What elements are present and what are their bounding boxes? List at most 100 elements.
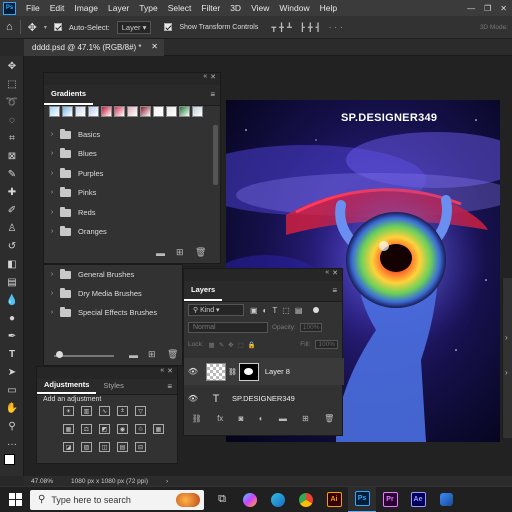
copilot-icon[interactable]	[236, 487, 264, 512]
illustrator-icon[interactable]: Ai	[320, 487, 348, 512]
brush-folder[interactable]: › Dry Media Brushes	[44, 284, 142, 303]
visibility-eye-icon[interactable]: 👁	[184, 367, 202, 376]
gradient-swatch[interactable]	[179, 106, 190, 117]
gradient-swatch[interactable]	[101, 106, 112, 117]
photoshop-logo[interactable]: Ps	[3, 1, 16, 15]
blend-mode-select[interactable]: Normal	[188, 322, 268, 333]
move-tool-icon[interactable]: ✥	[28, 21, 37, 34]
gradient-folder[interactable]: › Oranges	[44, 222, 107, 241]
chevron-right-icon[interactable]: ›	[44, 309, 60, 316]
gradient-swatch[interactable]	[192, 106, 203, 117]
tab-adjustments[interactable]: Adjustments	[37, 380, 97, 394]
chevron-right-icon[interactable]: ›	[44, 131, 60, 138]
chevron-right-icon[interactable]: ›	[505, 368, 508, 377]
adjustment-layer-icon[interactable]: ◐	[259, 414, 264, 423]
taskbar-search[interactable]: ⚲ Type here to search	[30, 489, 204, 510]
chevron-right-icon[interactable]: ›	[44, 189, 60, 196]
pen-tool-icon[interactable]: ✒	[6, 330, 18, 342]
gradient-map-icon[interactable]: ▤	[117, 442, 128, 452]
new-brush-icon[interactable]: ⊞	[148, 349, 156, 360]
gradient-folder[interactable]: › Blues	[44, 144, 97, 163]
menu-file[interactable]: File	[21, 3, 45, 13]
close-panel-icon[interactable]: ✕	[167, 367, 173, 379]
new-layer-icon[interactable]: ⊞	[302, 414, 309, 423]
task-view-icon[interactable]: ⧉	[208, 487, 236, 512]
crop-tool-icon[interactable]: ⌗	[6, 132, 18, 144]
menu-type[interactable]: Type	[134, 3, 162, 13]
zoom-tool-icon[interactable]: ⚲	[6, 420, 18, 432]
new-folder-icon[interactable]: ▬	[129, 350, 138, 360]
gradient-folder[interactable]: › Pinks	[44, 183, 96, 202]
collapse-icon[interactable]: «	[325, 269, 329, 281]
align-icons[interactable]: ┳╋┻ ┣╋┫ ···	[271, 23, 345, 32]
fx-icon[interactable]: fx	[217, 414, 223, 423]
frame-tool-icon[interactable]: ⊠	[6, 150, 18, 162]
photos-app-icon[interactable]	[432, 487, 460, 512]
dodge-tool-icon[interactable]: ●	[6, 312, 18, 324]
brush-tool-icon[interactable]: ✐	[6, 204, 18, 216]
gradient-swatch[interactable]	[49, 106, 60, 117]
menu-layer[interactable]: Layer	[103, 3, 134, 13]
hand-tool-icon[interactable]: ✋	[6, 402, 18, 414]
color-balance-icon[interactable]: ⚖	[81, 424, 92, 434]
vibrance-icon[interactable]: ▽	[135, 406, 146, 416]
gradient-swatch[interactable]	[88, 106, 99, 117]
tab-layers[interactable]: Layers	[184, 285, 223, 301]
exposure-icon[interactable]: ±	[117, 406, 128, 416]
tab-gradients[interactable]: Gradients	[44, 89, 94, 105]
collapse-icon[interactable]: «	[203, 73, 207, 85]
eyedropper-tool-icon[interactable]: ✎	[6, 168, 18, 180]
gradient-folder[interactable]: › Reds	[44, 203, 96, 222]
close-window-button[interactable]: ✕	[500, 4, 507, 13]
chevron-right-icon[interactable]: ›	[505, 333, 508, 342]
document-tab[interactable]: dddd.psd @ 47.1% (RGB/8#) * ✕	[24, 39, 164, 56]
eraser-tool-icon[interactable]: ◧	[6, 258, 18, 270]
menu-help[interactable]: Help	[315, 3, 342, 13]
menu-3d[interactable]: 3D	[225, 3, 246, 13]
new-group-icon[interactable]: ▬	[279, 414, 287, 423]
scrollbar-thumb[interactable]	[213, 125, 218, 185]
slider-handle[interactable]	[56, 351, 63, 358]
black-white-icon[interactable]: ◩	[99, 424, 110, 434]
gradient-swatch[interactable]	[166, 106, 177, 117]
gradient-swatch[interactable]	[62, 106, 73, 117]
gradient-swatch[interactable]	[153, 106, 164, 117]
photo-filter-icon[interactable]: ◉	[117, 424, 128, 434]
new-folder-icon[interactable]: ▬	[156, 248, 165, 258]
start-button[interactable]	[0, 487, 30, 512]
quick-select-tool-icon[interactable]: ◌	[6, 114, 18, 126]
fill-input[interactable]: 100%	[315, 340, 338, 349]
chevron-right-icon[interactable]: ›	[44, 170, 60, 177]
delete-icon[interactable]: 🗑	[195, 247, 206, 258]
brush-folder[interactable]: › General Brushes	[44, 265, 134, 284]
panel-menu-icon[interactable]: ≡	[210, 90, 215, 99]
path-selection-tool-icon[interactable]: ➤	[6, 366, 18, 378]
move-tool-icon[interactable]: ✥	[6, 60, 18, 72]
hue-saturation-icon[interactable]: ▦	[63, 424, 74, 434]
layer-row[interactable]: 👁 ⛓ Layer 8	[184, 358, 344, 385]
filter-toggle-icon[interactable]	[313, 307, 320, 313]
gradient-swatch[interactable]	[127, 106, 138, 117]
new-gradient-icon[interactable]: ⊞	[176, 247, 184, 258]
chevron-right-icon[interactable]: ›	[44, 290, 60, 297]
chrome-browser-icon[interactable]	[292, 487, 320, 512]
gradient-folder[interactable]: › Basics	[44, 125, 100, 144]
rectangle-tool-icon[interactable]: ▭	[6, 384, 18, 396]
auto-select-target-select[interactable]: Layer ▾	[116, 20, 152, 34]
chevron-right-icon[interactable]: ›	[44, 228, 60, 235]
curves-icon[interactable]: ∿	[99, 406, 110, 416]
opacity-input[interactable]: 100%	[299, 323, 323, 332]
close-panel-icon[interactable]: ✕	[332, 269, 338, 281]
chevron-right-icon[interactable]: ›	[44, 271, 60, 278]
menu-image[interactable]: Image	[69, 3, 103, 13]
clone-stamp-tool-icon[interactable]: ♙	[6, 222, 18, 234]
lock-icons[interactable]: ▦✎✥⬚🔒	[209, 341, 260, 349]
gradient-swatch[interactable]	[140, 106, 151, 117]
history-brush-tool-icon[interactable]: ↺	[6, 240, 18, 252]
kind-filter-select[interactable]: ⚲ Kind ▾	[188, 304, 244, 316]
photoshop-taskbar-icon[interactable]: Ps	[348, 486, 376, 512]
brush-folder[interactable]: › Special Effects Brushes	[44, 303, 157, 322]
menu-edit[interactable]: Edit	[45, 3, 70, 13]
color-lookup-icon[interactable]: ▦	[153, 424, 164, 434]
healing-brush-tool-icon[interactable]: ✚	[6, 186, 18, 198]
